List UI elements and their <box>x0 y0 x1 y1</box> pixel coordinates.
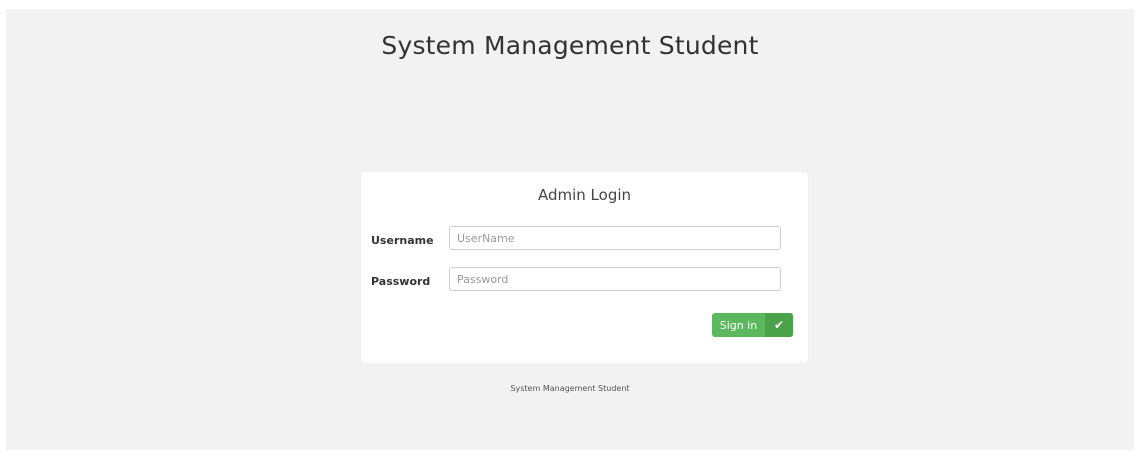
page-background: System Management Student Admin Login Us… <box>6 9 1134 450</box>
footer-text: System Management Student <box>510 384 630 393</box>
sign-in-label: Sign in <box>719 318 758 332</box>
site-title: System Management Student <box>381 31 759 60</box>
username-input[interactable] <box>449 226 781 250</box>
check-icon: ✔ <box>765 313 793 337</box>
username-label: Username <box>371 234 434 247</box>
password-input[interactable] <box>449 267 781 291</box>
login-card: Admin Login Username Password Sign in ✔ <box>361 172 808 363</box>
sign-in-button[interactable]: Sign in ✔ <box>712 313 793 337</box>
password-label: Password <box>371 275 431 288</box>
login-title: Admin Login <box>537 186 632 204</box>
